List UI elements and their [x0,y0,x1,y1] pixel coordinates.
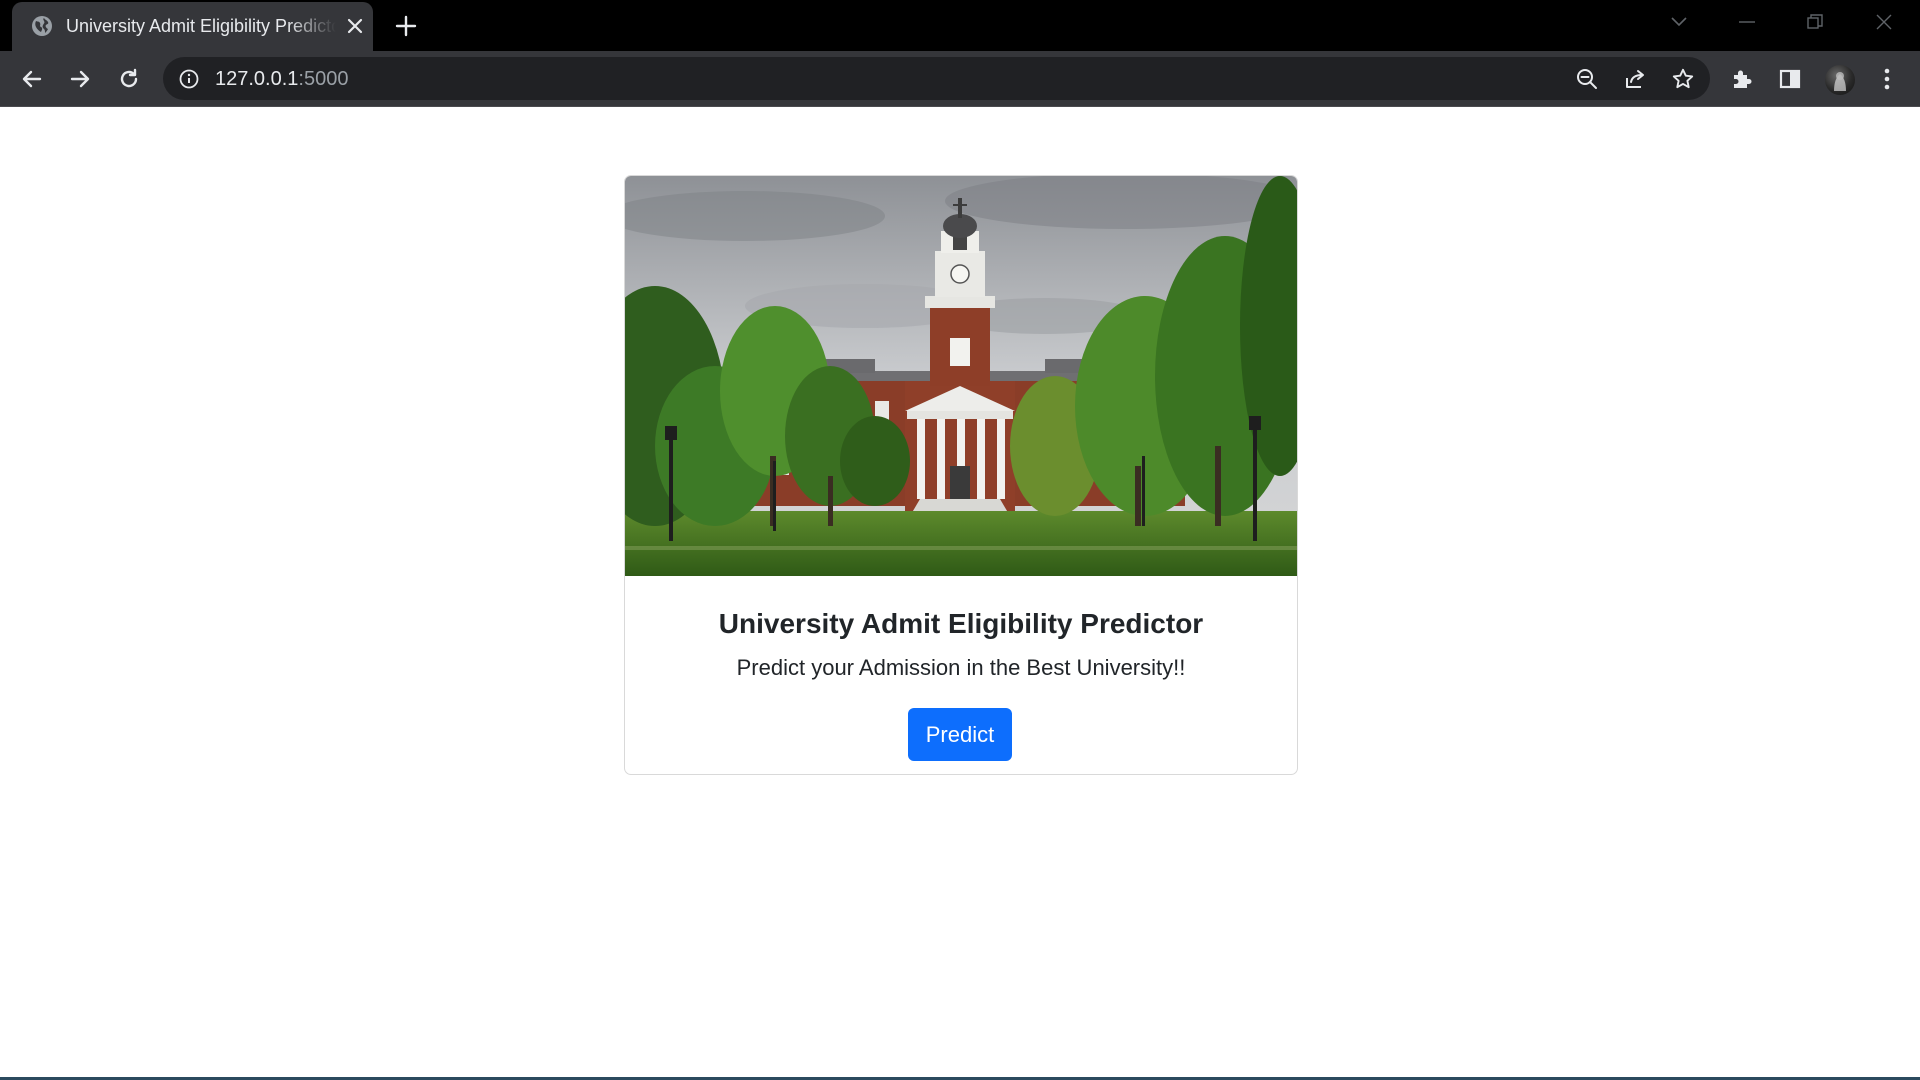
back-icon[interactable] [16,63,48,95]
extensions-icon[interactable] [1727,64,1757,94]
browser-tabstrip: University Admit Eligibility Predictor [0,0,1920,51]
browser-toolbar: 127.0.0.1:5000 [0,51,1920,106]
forward-icon[interactable] [64,63,96,95]
predictor-card: University Admit Eligibility Predictor P… [624,175,1298,775]
info-icon[interactable] [178,68,200,90]
url-port: :5000 [298,68,349,90]
share-icon[interactable] [1622,66,1648,92]
url-text[interactable]: 127.0.0.1:5000 [215,68,348,91]
tab-search-icon[interactable] [1661,8,1697,36]
card-title: University Admit Eligibility Predictor [718,608,1204,639]
menu-icon[interactable] [1872,64,1902,94]
profile-avatar[interactable] [1825,65,1855,95]
browser-tab-active[interactable]: University Admit Eligibility Predictor [12,2,373,51]
zoom-out-icon[interactable] [1574,66,1600,92]
url-host: 127.0.0.1 [215,68,299,90]
restore-icon[interactable] [1797,8,1833,36]
page-viewport: University Admit Eligibility Predictor P… [0,107,1920,1080]
globe-icon [30,14,54,38]
card-subtitle: Predict your Admission in the Best Unive… [736,655,1186,680]
predict-button[interactable]: Predict [908,708,1012,761]
plus-icon[interactable] [392,12,420,40]
side-panel-icon[interactable] [1775,64,1805,94]
minimize-icon[interactable] [1729,8,1765,36]
address-bar[interactable]: 127.0.0.1:5000 [163,57,1710,100]
university-campus-photo [625,176,1297,576]
close-tab-icon[interactable] [344,15,366,37]
reload-icon[interactable] [113,63,145,95]
close-icon[interactable] [1866,8,1902,36]
tab-title: University Admit Eligibility Predictor [66,16,336,36]
star-icon[interactable] [1670,66,1696,92]
